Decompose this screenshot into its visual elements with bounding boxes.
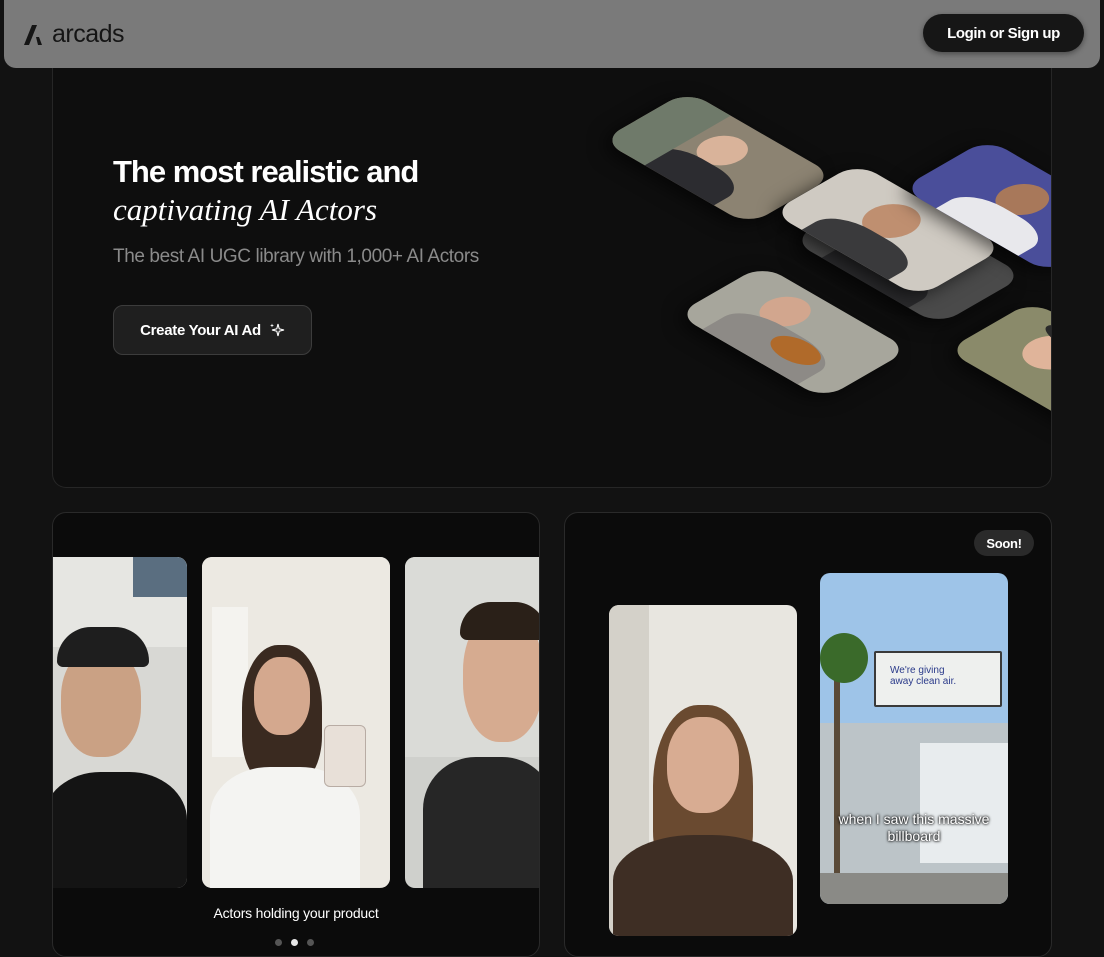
carousel-dot-2[interactable]: [291, 939, 298, 946]
carousel-dot-1[interactable]: [275, 939, 282, 946]
sparkle-icon: [269, 323, 285, 337]
actor-photo-woman-brown-top[interactable]: [609, 605, 797, 936]
login-signup-button[interactable]: Login or Sign up: [923, 14, 1084, 52]
actor-photo-young-man[interactable]: [405, 557, 539, 888]
soon-badge: Soon!: [974, 530, 1034, 556]
actor-photo-man-cap[interactable]: [53, 557, 187, 888]
carousel-dot-3[interactable]: [307, 939, 314, 946]
brand-logo[interactable]: arcads: [22, 20, 125, 49]
hero-title-italic: captivating AI Actors: [113, 192, 378, 227]
billboard-sign: We're giving away clean air.: [874, 651, 1002, 707]
actors-product-card: Actors holding your product: [52, 512, 540, 957]
video-subtitle: when I saw this massive billboard: [838, 811, 990, 844]
create-ai-ad-label: Create Your AI Ad: [140, 321, 261, 339]
carousel-pagination: [275, 939, 314, 946]
billboard-text: We're giving away clean air.: [890, 665, 957, 687]
billboard-scene-photo[interactable]: We're giving away clean air. when I saw …: [820, 573, 1008, 904]
hero-section: The most realistic and captivating AI Ac…: [52, 68, 1052, 488]
coming-soon-card: Soon! We're giving away clean air. when …: [564, 512, 1052, 957]
brand-name: arcads: [52, 20, 125, 48]
hero-title: The most realistic and: [113, 154, 419, 189]
hero-subtitle: The best AI UGC library with 1,000+ AI A…: [113, 246, 479, 267]
actor-tile-young-man[interactable]: [946, 300, 1051, 436]
top-navbar: arcads Login or Sign up: [4, 0, 1100, 68]
arcads-logo-icon: [24, 24, 42, 45]
create-ai-ad-button[interactable]: Create Your AI Ad: [113, 305, 312, 355]
actor-photo-woman-perfume[interactable]: [202, 557, 390, 888]
carousel-caption: Actors holding your product: [213, 905, 379, 921]
